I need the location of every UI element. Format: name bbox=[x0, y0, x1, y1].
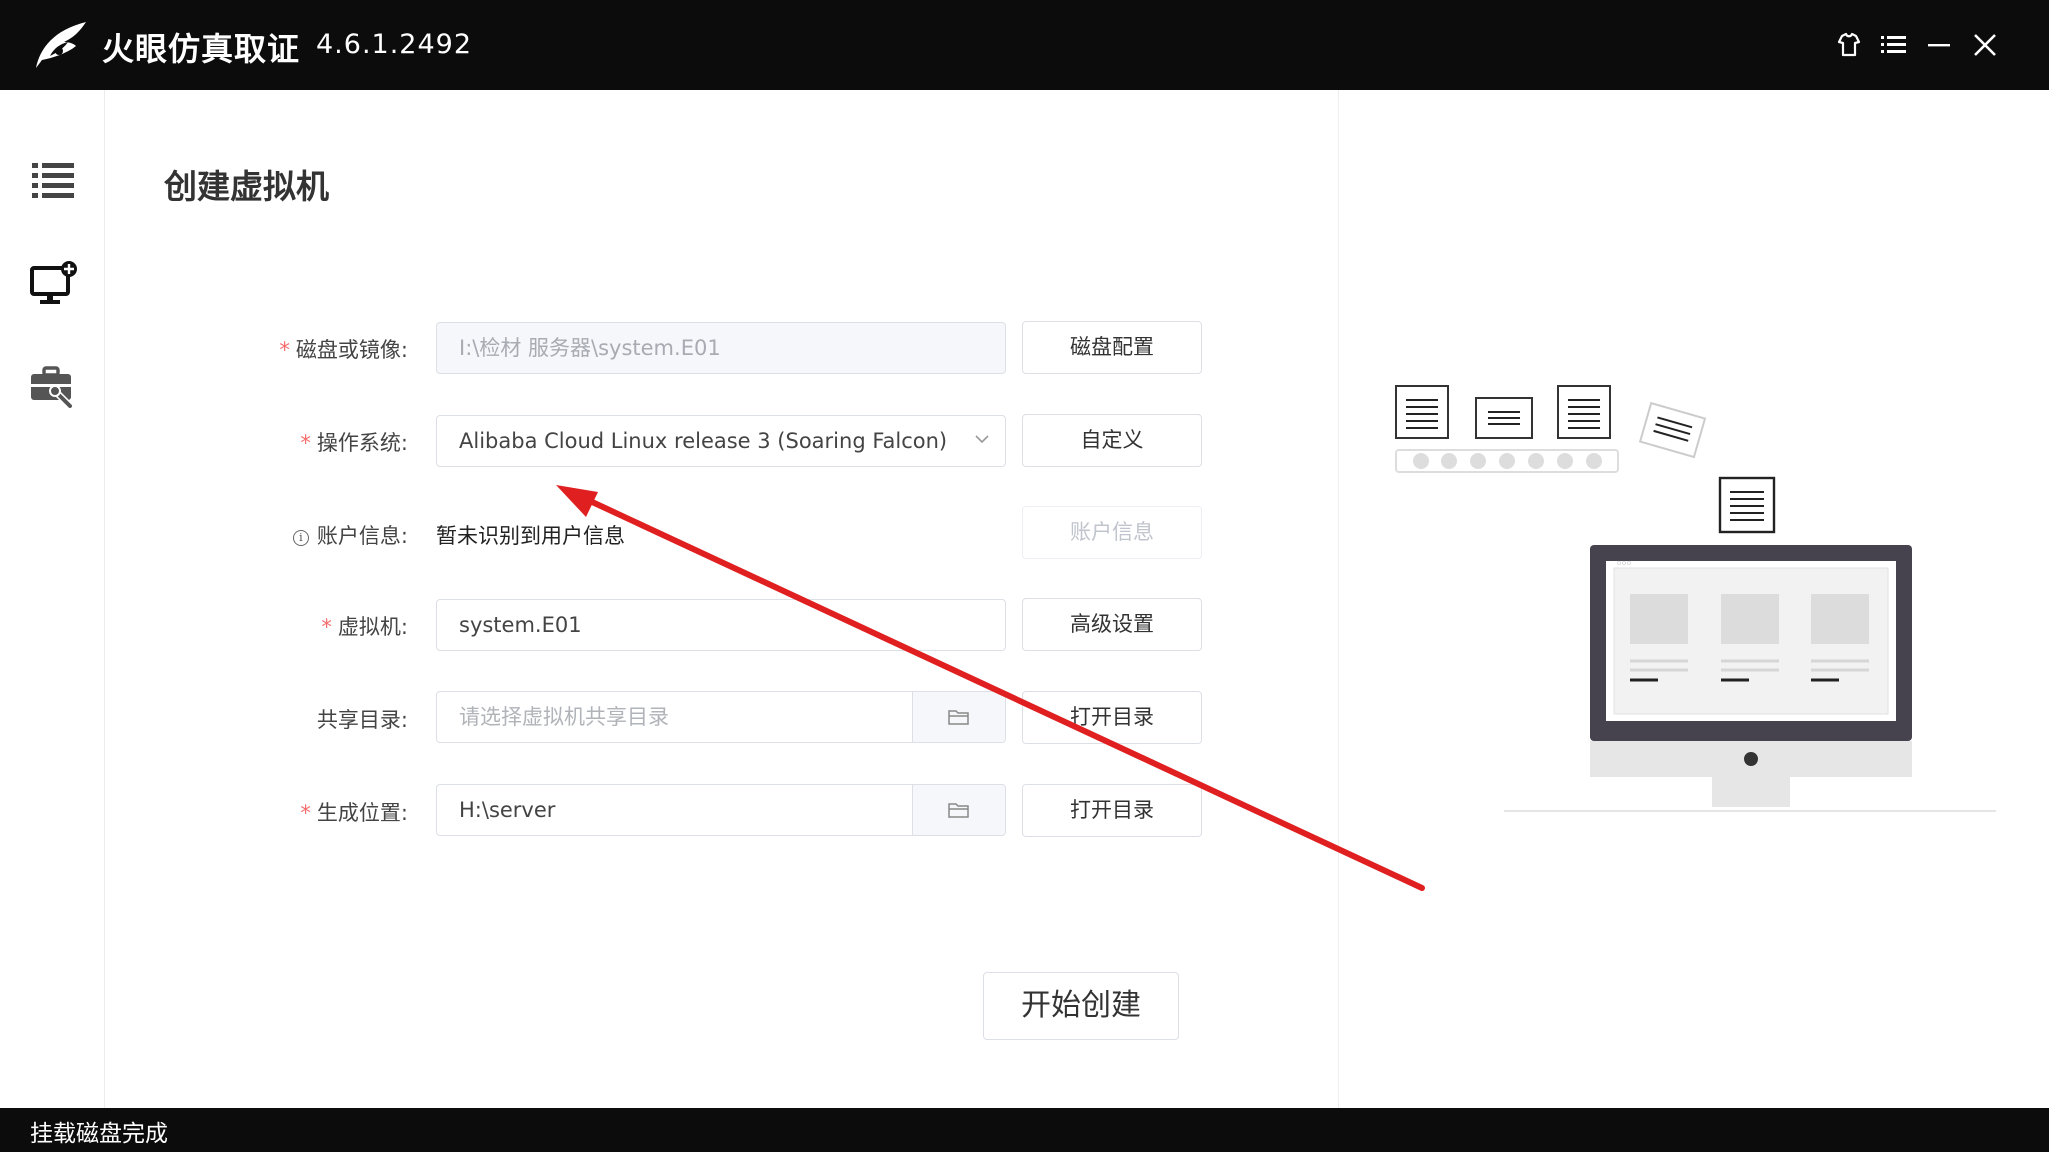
status-text: 挂载磁盘完成 bbox=[30, 1121, 168, 1147]
output-path-value: H:\server bbox=[459, 798, 556, 822]
os-select-value: Alibaba Cloud Linux release 3 (Soaring F… bbox=[459, 429, 948, 453]
output-path-browse[interactable] bbox=[912, 785, 1005, 835]
page-title: 创建虚拟机 bbox=[164, 167, 329, 206]
account-info-button[interactable]: 账户信息 bbox=[1022, 506, 1202, 559]
required-mark: * bbox=[321, 615, 332, 639]
folder-icon bbox=[948, 803, 969, 818]
toolbox-icon[interactable] bbox=[28, 362, 78, 412]
minimize-icon[interactable] bbox=[1922, 28, 1956, 62]
account-info-text: 暂未识别到用户信息 bbox=[436, 524, 625, 548]
folder-icon bbox=[948, 710, 969, 725]
output-label: * 生成位置: bbox=[300, 801, 408, 825]
os-custom-button[interactable]: 自定义 bbox=[1022, 414, 1202, 467]
disk-label: * 磁盘或镜像: bbox=[279, 338, 408, 362]
disk-image-input[interactable]: I:\检材 服务器\system.E01 bbox=[436, 322, 1006, 374]
share-dir-label: 共享目录: bbox=[316, 708, 408, 732]
panel-divider bbox=[1338, 90, 1339, 1108]
sidebar bbox=[0, 90, 105, 1108]
output-open-button[interactable]: 打开目录 bbox=[1022, 784, 1202, 837]
info-icon: i bbox=[292, 530, 309, 546]
output-path-input[interactable]: H:\server bbox=[436, 784, 1006, 836]
vm-label: * 虚拟机: bbox=[321, 615, 408, 639]
chevron-down-icon bbox=[975, 435, 989, 444]
account-label: i 账户信息: bbox=[108, 520, 408, 550]
disk-config-button[interactable]: 磁盘配置 bbox=[1022, 321, 1202, 374]
os-label: * 操作系统: bbox=[300, 431, 408, 455]
skin-icon[interactable] bbox=[1832, 28, 1866, 62]
share-dir-browse[interactable] bbox=[912, 692, 1005, 742]
app-title: 火眼仿真取证 bbox=[102, 30, 301, 68]
share-dir-input[interactable]: 请选择虚拟机共享目录 bbox=[436, 691, 1006, 743]
vm-name-input[interactable]: system.E01 bbox=[436, 599, 1006, 651]
start-create-button[interactable]: 开始创建 bbox=[983, 972, 1179, 1040]
required-mark: * bbox=[300, 801, 311, 825]
app-version: 4.6.1.2492 bbox=[316, 29, 472, 60]
share-dir-placeholder: 请选择虚拟机共享目录 bbox=[459, 705, 669, 729]
advanced-settings-button[interactable]: 高级设置 bbox=[1022, 598, 1202, 651]
required-mark: * bbox=[300, 431, 311, 455]
status-bar: 挂载磁盘完成 bbox=[0, 1108, 2049, 1152]
list-icon[interactable] bbox=[28, 155, 78, 205]
os-select[interactable]: Alibaba Cloud Linux release 3 (Soaring F… bbox=[436, 415, 1006, 467]
title-bar: 火眼仿真取证 4.6.1.2492 bbox=[0, 0, 2049, 90]
app-logo-icon bbox=[36, 22, 86, 68]
share-dir-open-button[interactable]: 打开目录 bbox=[1022, 691, 1202, 744]
close-icon[interactable] bbox=[1968, 28, 2002, 62]
required-mark: * bbox=[279, 338, 290, 362]
computer-illustration bbox=[1395, 385, 1996, 812]
monitor-add-icon[interactable] bbox=[28, 260, 78, 310]
menu-icon[interactable] bbox=[1876, 28, 1910, 62]
